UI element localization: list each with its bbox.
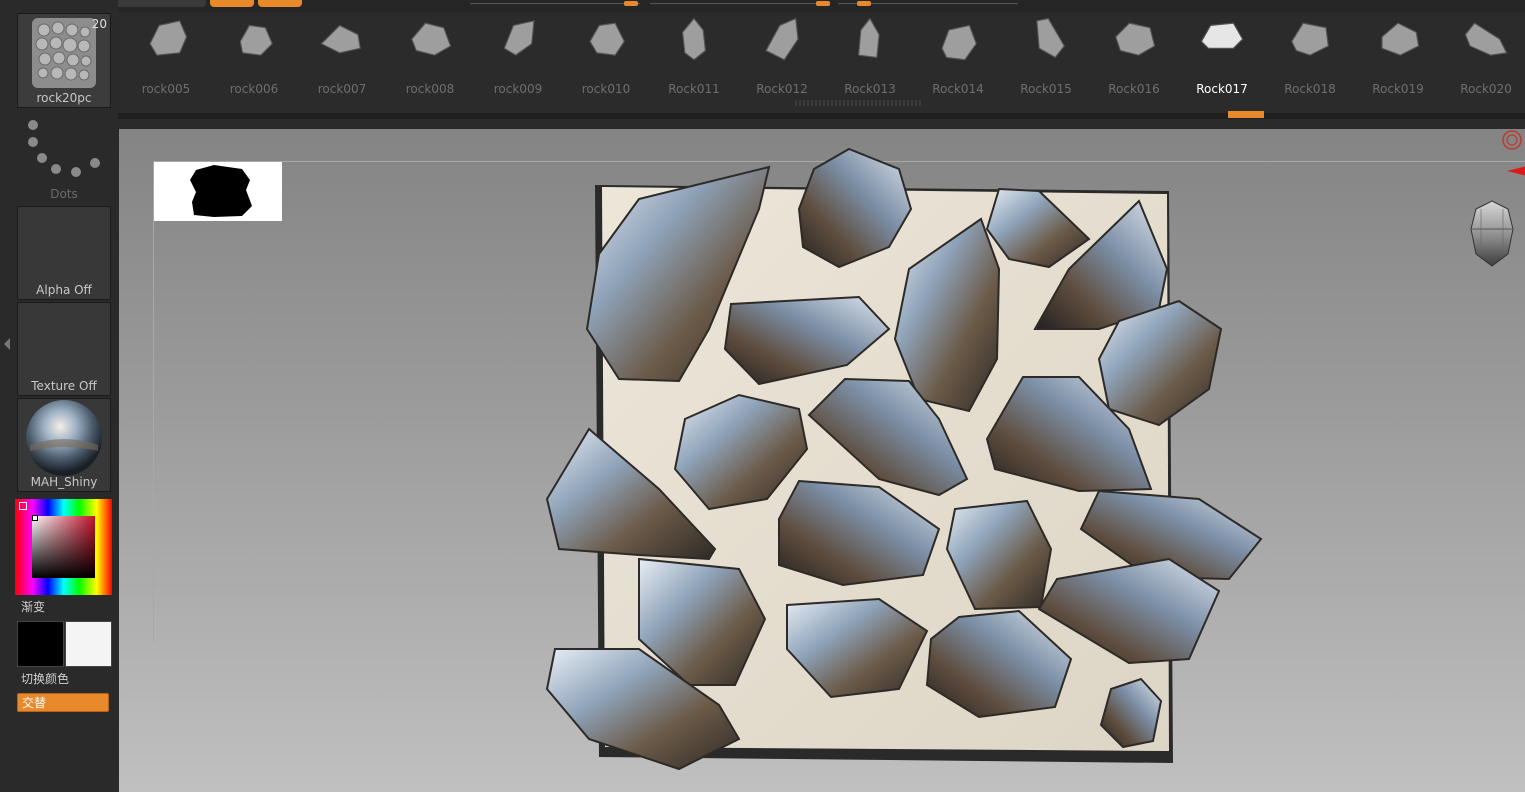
shelf-item-label: Rock012 <box>756 82 808 96</box>
shelf-item-label: rock010 <box>581 82 631 96</box>
shelf-resize-grip[interactable] <box>795 100 923 106</box>
shelf-item[interactable]: rock009 <box>474 12 562 108</box>
rock-thumbnail-icon <box>1036 17 1065 59</box>
slider-knob-2[interactable] <box>816 1 830 6</box>
shelf-item[interactable]: Rock019 <box>1354 12 1442 108</box>
rock-thumbnail-icon <box>941 24 977 61</box>
toolbar-orange-button-2[interactable] <box>258 0 302 7</box>
rock-thumbnail-icon <box>1200 22 1244 49</box>
gradient-label: 渐变 <box>21 600 46 614</box>
color-marker-icon <box>32 515 38 521</box>
rock-thumbnail-icon <box>320 24 361 54</box>
shelf-item-label: Rock011 <box>668 82 720 96</box>
shelf-item[interactable]: Rock020 <box>1442 12 1525 108</box>
rock-thumbnail-icon <box>1291 22 1329 56</box>
shelf-item[interactable]: rock006 <box>210 12 298 108</box>
rock-thumbnail-icon <box>239 24 273 56</box>
material-label: MAH_Shiny <box>30 475 98 489</box>
shelf-item-label: rock005 <box>141 82 191 96</box>
stroke-label: Dots <box>50 187 78 201</box>
alpha-thumbnail[interactable]: Alpha Off <box>17 206 111 300</box>
left-tray: 20 rock20pc Dots Alpha Off Texture Off M… <box>0 0 118 792</box>
canvas-viewport[interactable] <box>119 129 1525 792</box>
rock-scene <box>545 147 1263 771</box>
slider-knob-3[interactable] <box>857 1 871 6</box>
shelf-item[interactable]: Rock014 <box>914 12 1002 108</box>
shelf-item[interactable]: Rock013 <box>826 12 914 108</box>
shelf-item-label: Rock020 <box>1460 82 1512 96</box>
shelf-scrollbar[interactable] <box>118 113 1525 119</box>
secondary-color-swatch[interactable] <box>65 621 112 667</box>
shelf-item[interactable]: rock005 <box>122 12 210 108</box>
shelf-item[interactable]: Rock017 <box>1178 12 1266 108</box>
toolbar-button-mid[interactable] <box>114 0 206 7</box>
shelf-item[interactable]: rock007 <box>298 12 386 108</box>
alpha-label: Alpha Off <box>36 283 92 297</box>
axis-arrow-icon <box>1507 166 1525 176</box>
slider-knob-1[interactable] <box>624 1 638 6</box>
alternate-button[interactable]: 交替 <box>17 693 109 712</box>
rock-thumbnail-icon <box>765 17 799 61</box>
shelf-item-label: Rock018 <box>1284 82 1336 96</box>
rock-thumbnail-icon <box>1464 22 1508 56</box>
shelf-item[interactable]: rock008 <box>386 12 474 108</box>
color-picker-square[interactable] <box>32 516 95 578</box>
rock-thumbnail-icon <box>411 22 452 56</box>
rock-thumbnail-icon <box>589 22 625 56</box>
top-toolbar <box>0 0 1525 12</box>
shelf-item[interactable]: Rock018 <box>1266 12 1354 108</box>
rock-thumbnail-icon <box>1115 22 1156 56</box>
texture-thumbnail[interactable]: Texture Off <box>17 302 111 396</box>
shelf-item-label: rock007 <box>317 82 367 96</box>
primary-color-swatch[interactable] <box>17 621 64 667</box>
rock-thumbnail-icon <box>503 20 535 56</box>
shelf-item-label: Rock013 <box>844 82 896 96</box>
swap-color-button[interactable]: 切换颜色 <box>21 670 69 687</box>
head-gizmo-icon[interactable] <box>1461 199 1523 269</box>
stroke-thumbnail[interactable]: Dots <box>17 110 111 204</box>
slider-track-1[interactable] <box>470 3 640 4</box>
slider-track-2[interactable] <box>650 3 830 4</box>
tray-collapse-arrow-icon[interactable] <box>4 338 10 350</box>
rock-brush-icon <box>32 18 96 88</box>
rock-thumbnail-icon <box>1381 22 1420 56</box>
shelf-item[interactable]: Rock011 <box>650 12 738 108</box>
shelf-item-label: Rock017 <box>1196 82 1248 96</box>
toolbar-orange-button-1[interactable] <box>210 0 254 7</box>
shelf-item[interactable]: Rock015 <box>1002 12 1090 108</box>
shelf-item-label: rock009 <box>493 82 543 96</box>
texture-label: Texture Off <box>31 379 97 393</box>
shelf-item[interactable]: rock010 <box>562 12 650 108</box>
rock-thumbnail-icon <box>681 17 707 61</box>
color-picker[interactable] <box>15 499 112 595</box>
shelf-scroll-indicator[interactable] <box>1228 111 1264 118</box>
rock-thumbnail-icon <box>857 17 880 59</box>
shelf-item-label: Rock016 <box>1108 82 1160 96</box>
record-circle-icon[interactable] <box>1501 129 1523 151</box>
brush-count: 20 <box>91 17 107 31</box>
shelf-item[interactable]: Rock016 <box>1090 12 1178 108</box>
brush-label: rock20pc <box>36 91 92 105</box>
shelf-item-label: rock008 <box>405 82 455 96</box>
shelf-item-label: Rock019 <box>1372 82 1424 96</box>
shelf-item-label: Rock015 <box>1020 82 1072 96</box>
shelf-item-label: Rock014 <box>932 82 984 96</box>
hue-marker-icon <box>19 502 27 510</box>
material-thumbnail[interactable]: MAH_Shiny <box>17 398 111 492</box>
brush-thumbnail[interactable]: 20 rock20pc <box>17 13 111 108</box>
shelf-item[interactable]: Rock012 <box>738 12 826 108</box>
rock-thumbnail-icon <box>149 20 188 56</box>
material-sphere-icon <box>26 400 102 476</box>
dots-stroke-icon <box>28 120 100 177</box>
shelf-item-label: rock006 <box>229 82 279 96</box>
